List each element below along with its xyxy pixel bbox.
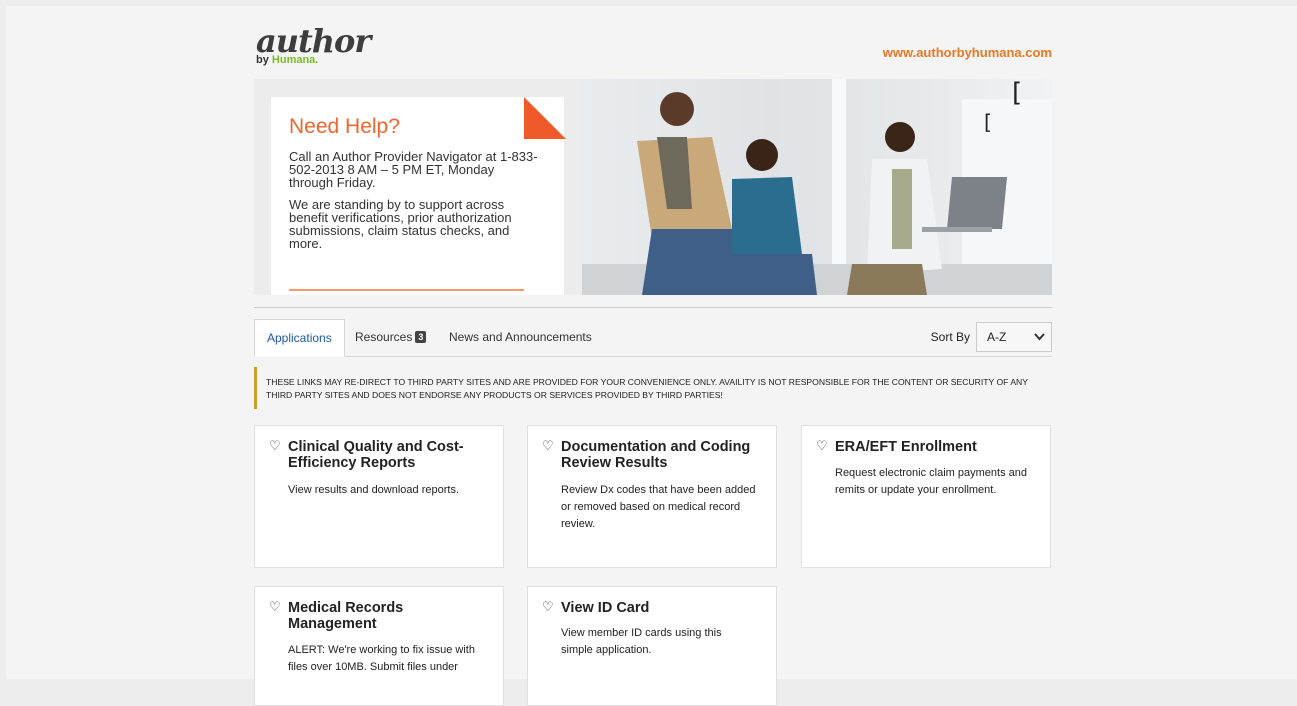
app-card-era-eft[interactable]: ♡ ERA/EFT Enrollment Request electronic … (801, 425, 1051, 568)
tab-applications[interactable]: Applications (254, 319, 345, 357)
author-logo[interactable]: author by Humana. (256, 22, 371, 66)
section-divider (254, 307, 1052, 308)
app-card-clinical-quality[interactable]: ♡ Clinical Quality and Cost-Efficiency R… (254, 425, 504, 568)
resources-count-badge: 3 (415, 331, 427, 343)
chevron-down-icon (1034, 323, 1045, 361)
help-contact-text: Call an Author Provider Navigator at 1-8… (289, 149, 538, 190)
tab-news-and-announcements[interactable]: News and Announcements (449, 319, 592, 355)
card-title: Clinical Quality and Cost-Efficiency Rep… (288, 439, 464, 471)
heart-icon[interactable]: ♡ (816, 438, 828, 454)
hero-photo: [ [ (582, 79, 1052, 295)
logo-by: by (256, 54, 269, 66)
card-description: View results and download reports. (288, 484, 460, 496)
card-description: ALERT: We're working to fix issue with f… (288, 644, 475, 673)
sort-select-value: A-Z (987, 330, 1007, 344)
logo-brand: Humana. (271, 54, 319, 66)
website-link[interactable]: www.authorbyhumana.com (883, 45, 1052, 60)
help-text: Call an Author Provider Navigator at 1-8… (289, 150, 539, 259)
help-title: Need Help? (289, 115, 400, 138)
help-card: Need Help? Call an Author Provider Navig… (271, 97, 566, 295)
tab-applications-label: Applications (267, 331, 332, 345)
app-card-view-id-card[interactable]: ♡ View ID Card View member ID cards usin… (527, 586, 777, 706)
card-title: Documentation and Coding Review Results (561, 439, 751, 471)
card-title: View ID Card (561, 600, 650, 616)
help-underline (289, 289, 524, 291)
hero-photo-illustration: [ [ (582, 79, 1052, 295)
tab-resources[interactable]: Resources 3 (355, 319, 427, 355)
third-party-notice: THESE LINKS MAY RE-DIRECT TO THIRD PARTY… (254, 367, 1052, 409)
corner-accent (524, 97, 566, 139)
app-card-medical-records[interactable]: ♡ Medical Records Management ALERT: We'r… (254, 586, 504, 706)
heart-icon[interactable]: ♡ (269, 599, 281, 615)
svg-text:[: [ (1012, 79, 1022, 108)
tab-bar: Applications Resources 3 News and Announc… (254, 319, 1052, 357)
heart-icon[interactable]: ♡ (542, 599, 554, 615)
svg-text:[: [ (984, 110, 992, 134)
heart-icon[interactable]: ♡ (542, 438, 554, 454)
page: author by Humana. www.authorbyhumana.com… (6, 6, 1297, 706)
card-description: Request electronic claim payments and re… (835, 467, 1027, 496)
tab-news-label: News and Announcements (449, 330, 592, 344)
card-title: ERA/EFT Enrollment (835, 439, 977, 455)
heart-icon[interactable]: ♡ (269, 438, 281, 454)
card-description: View member ID cards using this simple a… (561, 627, 722, 656)
card-title: Medical Records Management (288, 600, 404, 632)
sort-select[interactable]: A-Z (976, 322, 1052, 352)
hero-banner: Need Help? Call an Author Provider Navig… (254, 79, 1052, 295)
app-card-documentation-coding[interactable]: ♡ Documentation and Coding Review Result… (527, 425, 777, 568)
sort-by-label: Sort By (930, 330, 970, 344)
help-support-text: We are standing by to support across ben… (289, 197, 512, 251)
card-description: Review Dx codes that have been added or … (561, 484, 756, 530)
tab-resources-label: Resources (355, 330, 413, 344)
logo-wordmark: author (256, 22, 371, 60)
